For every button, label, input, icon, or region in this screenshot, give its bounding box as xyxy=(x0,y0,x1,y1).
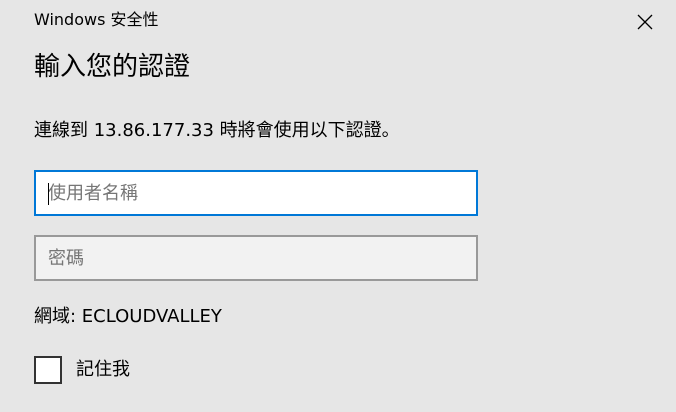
remember-me-checkbox[interactable] xyxy=(34,356,62,384)
password-input[interactable] xyxy=(36,237,476,279)
username-field-container xyxy=(34,170,478,216)
connection-message: 連線到 13.86.177.33 時將會使用以下認證。 xyxy=(34,120,400,141)
window-title: Windows 安全性 xyxy=(34,10,159,29)
close-button[interactable] xyxy=(628,6,662,38)
username-input[interactable] xyxy=(36,172,476,214)
remember-me-option[interactable]: 記住我 xyxy=(34,356,130,384)
password-field-container xyxy=(34,235,478,281)
close-icon xyxy=(637,14,653,30)
domain-label: 網域: ECLOUDVALLEY xyxy=(34,306,222,327)
text-caret xyxy=(48,183,49,205)
dialog-heading: 輸入您的認證 xyxy=(34,52,191,82)
credentials-dialog: Windows 安全性 輸入您的認證 連線到 13.86.177.33 時將會使… xyxy=(0,0,676,412)
remember-me-label: 記住我 xyxy=(76,359,130,380)
